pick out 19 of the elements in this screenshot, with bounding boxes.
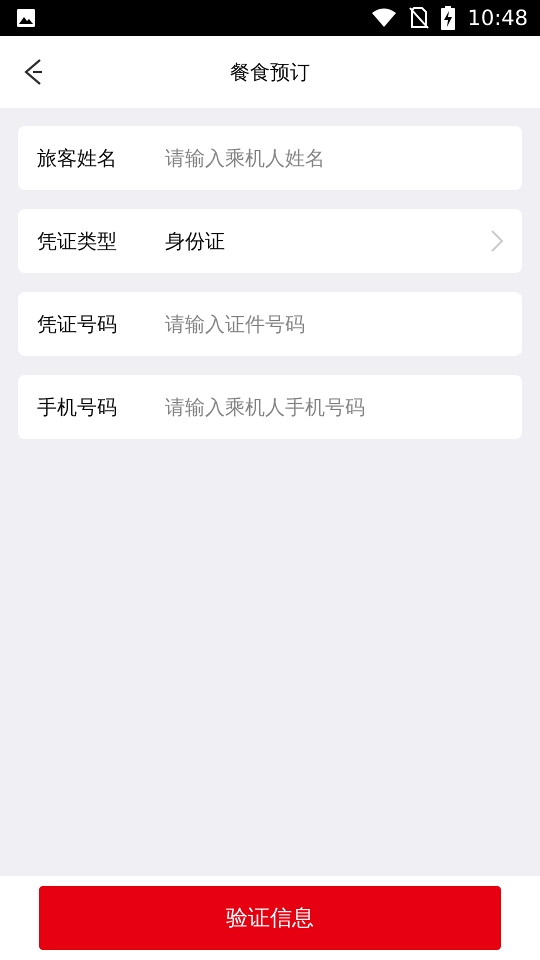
text-input[interactable]: 请输入乘机人姓名 xyxy=(165,146,504,170)
field-label: 手机号码 xyxy=(37,394,118,420)
submit-button[interactable]: 验证信息 xyxy=(39,886,501,950)
field-label: 凭证类型 xyxy=(37,228,118,254)
input-field[interactable]: 凭证号码 请输入证件号码 xyxy=(18,292,522,356)
field-label: 旅客姓名 xyxy=(37,144,118,172)
no-sim-icon xyxy=(409,7,430,29)
image-icon xyxy=(16,8,36,28)
back-icon[interactable] xyxy=(22,58,44,86)
input-field[interactable]: 旅客姓名 请输入乘机人姓名 xyxy=(18,126,522,190)
battery-charging-icon xyxy=(441,6,456,30)
status-time: 10:48 xyxy=(467,6,528,30)
input-field[interactable]: 手机号码 请输入乘机人手机号码 xyxy=(18,375,522,439)
page-title: 餐食预订 xyxy=(230,58,310,86)
text-input[interactable]: 请输入证件号码 xyxy=(165,312,504,336)
field-label: 凭证号码 xyxy=(37,310,118,338)
wifi-icon xyxy=(371,8,398,28)
select-value[interactable]: 身份证 xyxy=(165,228,490,254)
text-input[interactable]: 请输入乘机人手机号码 xyxy=(165,395,504,419)
